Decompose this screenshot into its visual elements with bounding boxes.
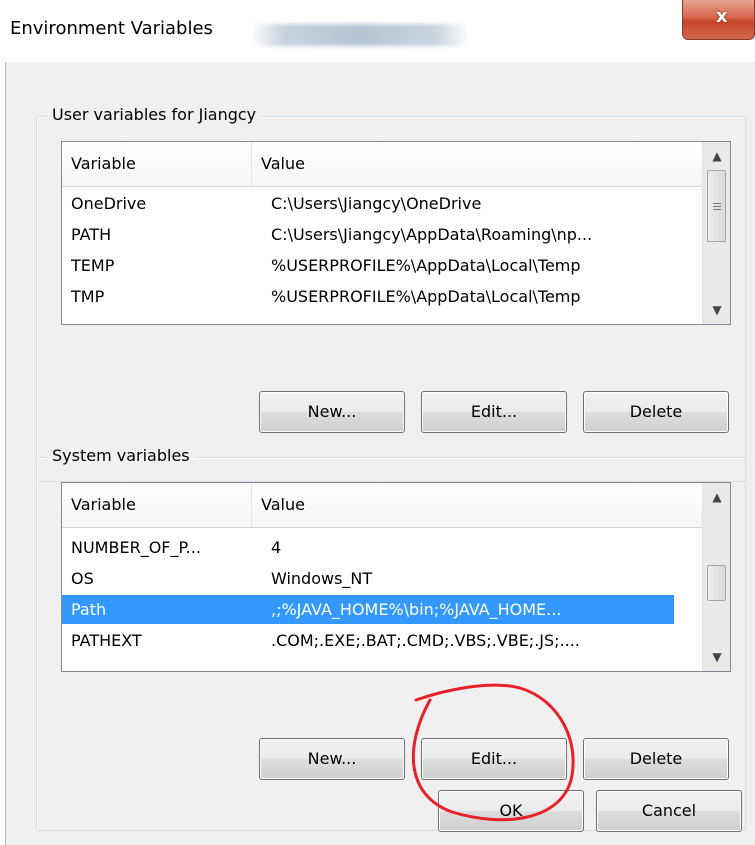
column-header-variable[interactable]: Variable: [62, 142, 252, 186]
table-row[interactable]: PATHEXT .COM;.EXE;.BAT;.CMD;.VBS;.VBE;.J…: [62, 626, 702, 655]
value-cell: ,;%JAVA_HOME%\bin;%JAVA_HOME...: [271, 600, 562, 619]
system-variables-group: System variables Variable Value NUMBER_O…: [36, 446, 746, 831]
window-title: Environment Variables: [10, 18, 213, 39]
user-new-button[interactable]: New...: [259, 391, 405, 433]
scroll-down-arrow-icon[interactable]: ▼: [703, 296, 730, 324]
column-header-value[interactable]: Value: [252, 142, 702, 186]
close-icon: x: [716, 6, 728, 27]
user-list-scrollbar[interactable]: ▲ ▼: [702, 142, 730, 324]
cancel-button[interactable]: Cancel: [596, 790, 742, 832]
variable-cell: PATH: [71, 225, 112, 244]
title-bar: Environment Variables x: [0, 0, 755, 62]
value-cell: %USERPROFILE%\AppData\Local\Temp: [271, 287, 581, 306]
title-bar-blur: [250, 24, 470, 46]
scroll-thumb[interactable]: [707, 170, 726, 242]
ok-button[interactable]: OK: [438, 790, 584, 832]
column-header-variable[interactable]: Variable: [62, 483, 252, 527]
variable-cell: OneDrive: [71, 194, 147, 213]
value-cell: %USERPROFILE%\AppData\Local\Temp: [271, 256, 581, 275]
value-cell: C:\Users\Jiangcy\AppData\Roaming\np...: [271, 225, 593, 244]
user-variables-list[interactable]: Variable Value OneDrive C:\Users\Jiangcy…: [61, 141, 731, 325]
table-row[interactable]: OneDrive C:\Users\Jiangcy\OneDrive: [62, 189, 702, 218]
system-variables-list[interactable]: Variable Value NUMBER_OF_P... 4 OS Windo…: [61, 482, 731, 672]
value-cell: Windows_NT: [271, 569, 373, 588]
scroll-thumb[interactable]: [707, 565, 726, 601]
list-header: Variable Value: [62, 142, 702, 187]
table-row-selected[interactable]: Path ,;%JAVA_HOME%\bin;%JAVA_HOME...: [62, 595, 674, 624]
scroll-up-arrow-icon[interactable]: ▲: [703, 483, 730, 511]
variable-cell: TEMP: [71, 256, 115, 275]
system-list-scrollbar[interactable]: ▲ ▼: [702, 483, 730, 671]
value-cell: .COM;.EXE;.BAT;.CMD;.VBS;.VBE;.JS;....: [271, 631, 580, 650]
close-button[interactable]: x: [682, 0, 755, 40]
variable-cell: NUMBER_OF_P...: [71, 538, 201, 557]
table-row[interactable]: TMP %USERPROFILE%\AppData\Local\Temp: [62, 282, 702, 311]
dialog-body: User variables for Jiangcy Variable Valu…: [5, 62, 755, 845]
user-variables-label: User variables for Jiangcy: [47, 105, 262, 124]
system-delete-button[interactable]: Delete: [583, 738, 729, 780]
list-header: Variable Value: [62, 483, 702, 528]
table-row[interactable]: NUMBER_OF_P... 4: [62, 533, 702, 562]
system-variables-label: System variables: [47, 446, 195, 465]
scroll-down-arrow-icon[interactable]: ▼: [703, 643, 730, 671]
table-row[interactable]: PATH C:\Users\Jiangcy\AppData\Roaming\np…: [62, 220, 702, 249]
variable-cell: Path: [71, 600, 107, 619]
table-row[interactable]: TEMP %USERPROFILE%\AppData\Local\Temp: [62, 251, 702, 280]
value-cell: C:\Users\Jiangcy\OneDrive: [271, 194, 482, 213]
variable-cell: TMP: [71, 287, 105, 306]
system-edit-button[interactable]: Edit...: [421, 738, 567, 780]
user-variables-group: User variables for Jiangcy Variable Valu…: [36, 105, 746, 482]
variable-cell: OS: [71, 569, 94, 588]
value-cell: 4: [271, 538, 282, 557]
variable-cell: PATHEXT: [71, 631, 142, 650]
table-row[interactable]: OS Windows_NT: [62, 564, 702, 593]
scroll-up-arrow-icon[interactable]: ▲: [703, 142, 730, 170]
user-edit-button[interactable]: Edit...: [421, 391, 567, 433]
user-delete-button[interactable]: Delete: [583, 391, 729, 433]
column-header-value[interactable]: Value: [252, 483, 702, 527]
system-new-button[interactable]: New...: [259, 738, 405, 780]
